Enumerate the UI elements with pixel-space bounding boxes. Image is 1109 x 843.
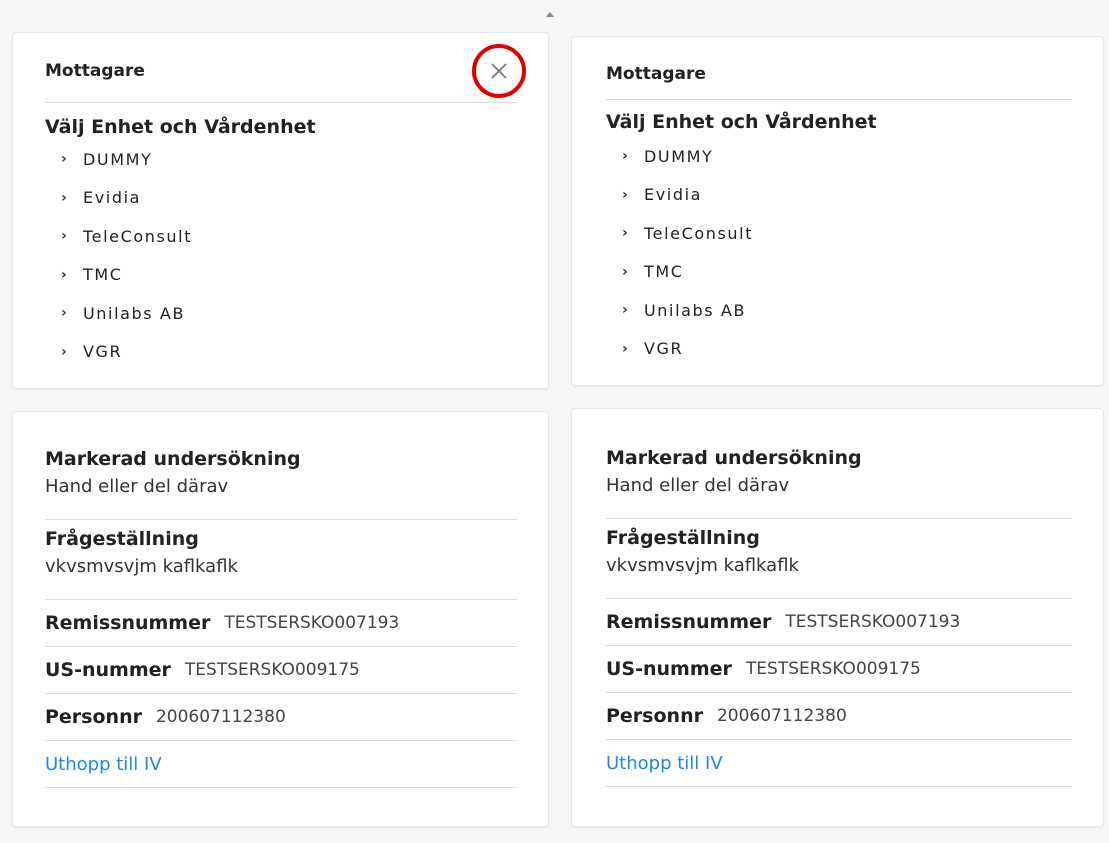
link-row: Uthopp till IV xyxy=(45,741,517,788)
exam-details-card-left: Markerad undersökning Hand eller del där… xyxy=(12,411,549,827)
tree-item-label: VGR xyxy=(83,342,123,362)
chevron-right-icon: › xyxy=(61,343,69,360)
recipient-card-title: Mottagare xyxy=(606,64,706,84)
chevron-right-icon: › xyxy=(622,302,630,319)
unit-tree: › DUMMY › Evidia › TeleConsult › TMC › U… xyxy=(622,137,753,368)
tree-item-tmc[interactable]: › TMC xyxy=(61,256,192,295)
question-label: Frågeställning xyxy=(606,527,760,549)
link-row: Uthopp till IV xyxy=(606,740,1072,787)
chevron-right-icon: › xyxy=(622,148,630,165)
referral-label: Remissnummer xyxy=(606,611,772,633)
tree-item-unilabs[interactable]: › Unilabs AB xyxy=(61,294,192,333)
chevron-right-icon: › xyxy=(622,186,630,203)
chevron-right-icon: › xyxy=(61,189,69,206)
question-row: Frågeställning vkvsmvsvjm kaflkaflk xyxy=(606,519,1072,599)
exam-details-card-right: Markerad undersökning Hand eller del där… xyxy=(571,408,1104,827)
tree-item-dummy[interactable]: › DUMMY xyxy=(61,140,192,179)
tree-item-teleconsult[interactable]: › TeleConsult xyxy=(61,217,192,256)
tree-item-label: VGR xyxy=(644,339,684,359)
title-divider xyxy=(45,102,517,103)
person-number-row: Personnr 200607112380 xyxy=(606,693,1072,740)
tree-item-tmc[interactable]: › TMC xyxy=(622,253,753,292)
question-label: Frågeställning xyxy=(45,528,199,550)
open-in-iv-link[interactable]: Uthopp till IV xyxy=(45,754,162,775)
chevron-right-icon: › xyxy=(622,340,630,357)
unit-section-title: Välj Enhet och Vårdenhet xyxy=(45,116,316,138)
us-number-value: TESTSERSKO009175 xyxy=(184,660,360,680)
scroll-up-indicator xyxy=(546,12,554,17)
question-value: vkvsmvsvjm kaflkaflk xyxy=(606,555,799,576)
referral-label: Remissnummer xyxy=(45,612,211,634)
referral-value: TESTSERSKO007193 xyxy=(224,613,400,633)
exam-info: Markerad undersökning Hand eller del där… xyxy=(45,440,517,788)
exam-value: Hand eller del därav xyxy=(606,475,790,496)
us-number-row: US-nummer TESTSERSKO009175 xyxy=(606,646,1072,693)
close-button-highlight-ring xyxy=(472,44,526,98)
unit-tree: › DUMMY › Evidia › TeleConsult › TMC › U… xyxy=(61,140,192,371)
us-number-label: US-nummer xyxy=(45,659,171,681)
title-divider xyxy=(606,99,1072,100)
exam-label: Markerad undersökning xyxy=(606,447,862,469)
exam-value: Hand eller del därav xyxy=(45,476,229,497)
recipient-card-left: Mottagare Välj Enhet och Vårdenhet › DUM… xyxy=(12,32,549,389)
exam-row: Markerad undersökning Hand eller del där… xyxy=(606,439,1072,519)
exam-label: Markerad undersökning xyxy=(45,448,301,470)
chevron-right-icon: › xyxy=(622,263,630,280)
tree-item-vgr[interactable]: › VGR xyxy=(61,333,192,372)
chevron-right-icon: › xyxy=(61,151,69,168)
person-number-value: 200607112380 xyxy=(716,706,847,726)
person-number-value: 200607112380 xyxy=(155,707,286,727)
exam-row: Markerad undersökning Hand eller del där… xyxy=(45,440,517,520)
chevron-right-icon: › xyxy=(61,228,69,245)
tree-item-label: TeleConsult xyxy=(644,223,754,243)
chevron-right-icon: › xyxy=(61,266,69,283)
question-value: vkvsmvsvjm kaflkaflk xyxy=(45,556,238,577)
tree-item-teleconsult[interactable]: › TeleConsult xyxy=(622,214,753,253)
tree-item-label: Unilabs AB xyxy=(644,300,747,320)
question-row: Frågeställning vkvsmvsvjm kaflkaflk xyxy=(45,520,517,600)
chevron-right-icon: › xyxy=(61,305,69,322)
tree-item-evidia[interactable]: › Evidia xyxy=(61,179,192,218)
referral-row: Remissnummer TESTSERSKO007193 xyxy=(45,600,517,647)
us-number-value: TESTSERSKO009175 xyxy=(745,659,921,679)
tree-item-dummy[interactable]: › DUMMY xyxy=(622,137,753,176)
tree-item-label: Evidia xyxy=(644,185,703,205)
us-number-row: US-nummer TESTSERSKO009175 xyxy=(45,647,517,694)
tree-item-label: TeleConsult xyxy=(83,226,193,246)
referral-row: Remissnummer TESTSERSKO007193 xyxy=(606,599,1072,646)
us-number-label: US-nummer xyxy=(606,658,732,680)
tree-item-label: TMC xyxy=(644,262,684,282)
unit-section-title: Välj Enhet och Vårdenhet xyxy=(606,111,877,133)
tree-item-label: TMC xyxy=(83,265,123,285)
tree-item-label: DUMMY xyxy=(83,149,153,169)
person-number-label: Personnr xyxy=(606,705,703,727)
person-number-row: Personnr 200607112380 xyxy=(45,694,517,741)
chevron-right-icon: › xyxy=(622,225,630,242)
recipient-card-title: Mottagare xyxy=(45,61,145,81)
referral-value: TESTSERSKO007193 xyxy=(785,612,961,632)
tree-item-label: DUMMY xyxy=(644,146,714,166)
tree-item-label: Unilabs AB xyxy=(83,303,186,323)
open-in-iv-link[interactable]: Uthopp till IV xyxy=(606,753,723,774)
recipient-card-right: Mottagare Välj Enhet och Vårdenhet › DUM… xyxy=(571,36,1104,386)
tree-item-vgr[interactable]: › VGR xyxy=(622,330,753,369)
exam-info: Markerad undersökning Hand eller del där… xyxy=(606,439,1072,787)
person-number-label: Personnr xyxy=(45,706,142,728)
tree-item-label: Evidia xyxy=(83,188,142,208)
tree-item-evidia[interactable]: › Evidia xyxy=(622,176,753,215)
tree-item-unilabs[interactable]: › Unilabs AB xyxy=(622,291,753,330)
